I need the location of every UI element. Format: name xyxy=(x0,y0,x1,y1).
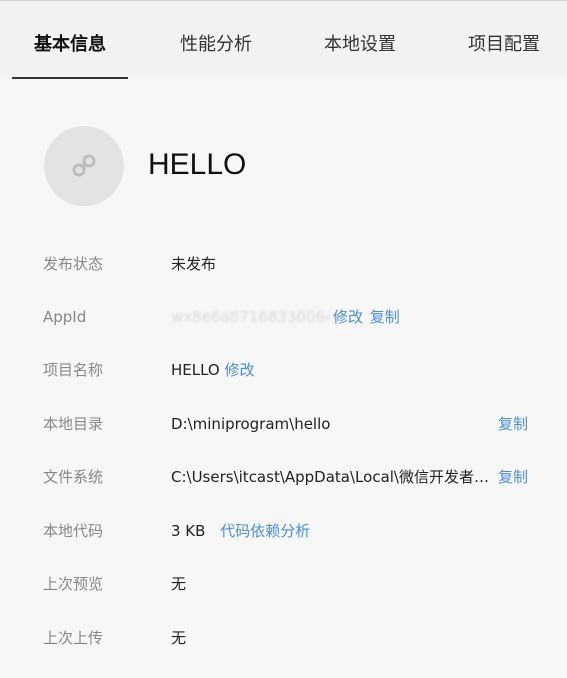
row-file-system: 文件系统 C:\Users\itcast\AppData\Local\微信开发者… xyxy=(0,462,567,492)
tab-basic-info[interactable]: 基本信息 xyxy=(12,1,128,79)
local-directory-link[interactable]: D:\miniprogram\hello xyxy=(171,409,330,439)
appid-edit-link[interactable]: 修改 xyxy=(333,308,363,326)
last-upload-label: 上次上传 xyxy=(43,629,104,647)
tab-project-config[interactable]: 项目配置 xyxy=(446,1,562,79)
row-local-code: 本地代码 3 KB 代码依赖分析 xyxy=(0,516,567,546)
row-last-preview: 上次预览 无 xyxy=(0,569,567,599)
project-name-value: HELLO xyxy=(171,361,220,379)
tab-bar: 基本信息 性能分析 本地设置 项目配置 xyxy=(0,1,567,79)
local-code-size: 3 KB xyxy=(171,522,206,540)
project-name-container: HELLO 修改 xyxy=(171,355,255,385)
local-code-container: 3 KB 代码依赖分析 xyxy=(171,516,310,546)
appid-copy-link[interactable]: 复制 xyxy=(370,308,400,326)
project-name-label: 项目名称 xyxy=(43,361,104,379)
publish-status-value: 未发布 xyxy=(171,255,217,273)
row-appid: AppId wx8e6a87168330064cb1修改 复制 xyxy=(0,302,567,332)
file-system-link[interactable]: C:\Users\itcast\AppData\Local\微信开发者工具\Us… xyxy=(171,462,496,492)
last-upload-value: 无 xyxy=(171,629,187,647)
local-directory-copy-link[interactable]: 复制 xyxy=(498,409,528,439)
last-preview-label: 上次预览 xyxy=(43,575,104,593)
file-system-copy-link[interactable]: 复制 xyxy=(498,462,528,492)
publish-status-label: 发布状态 xyxy=(43,255,104,273)
code-dependency-analysis-link[interactable]: 代码依赖分析 xyxy=(220,522,310,540)
project-title: HELLO xyxy=(148,148,247,181)
miniprogram-link-icon xyxy=(72,154,96,177)
tab-local-settings[interactable]: 本地设置 xyxy=(302,1,418,79)
local-directory-label: 本地目录 xyxy=(43,415,104,433)
last-preview-value: 无 xyxy=(171,575,187,593)
appid-value: wx8e6a87168330064cb1 xyxy=(171,308,329,326)
row-publish-status: 发布状态 未发布 xyxy=(0,249,567,279)
row-project-name: 项目名称 HELLO 修改 xyxy=(0,355,567,385)
appid-value-container: wx8e6a87168330064cb1修改 复制 xyxy=(171,302,400,332)
local-code-label: 本地代码 xyxy=(43,522,104,540)
row-last-upload: 上次上传 无 xyxy=(0,623,567,653)
row-local-directory: 本地目录 D:\miniprogram\hello 复制 xyxy=(0,409,567,439)
tab-performance[interactable]: 性能分析 xyxy=(158,1,274,79)
project-name-edit-link[interactable]: 修改 xyxy=(225,361,255,379)
file-system-label: 文件系统 xyxy=(43,468,104,486)
active-tab-indicator xyxy=(12,77,128,79)
appid-label: AppId xyxy=(43,308,87,326)
project-avatar xyxy=(44,126,124,206)
